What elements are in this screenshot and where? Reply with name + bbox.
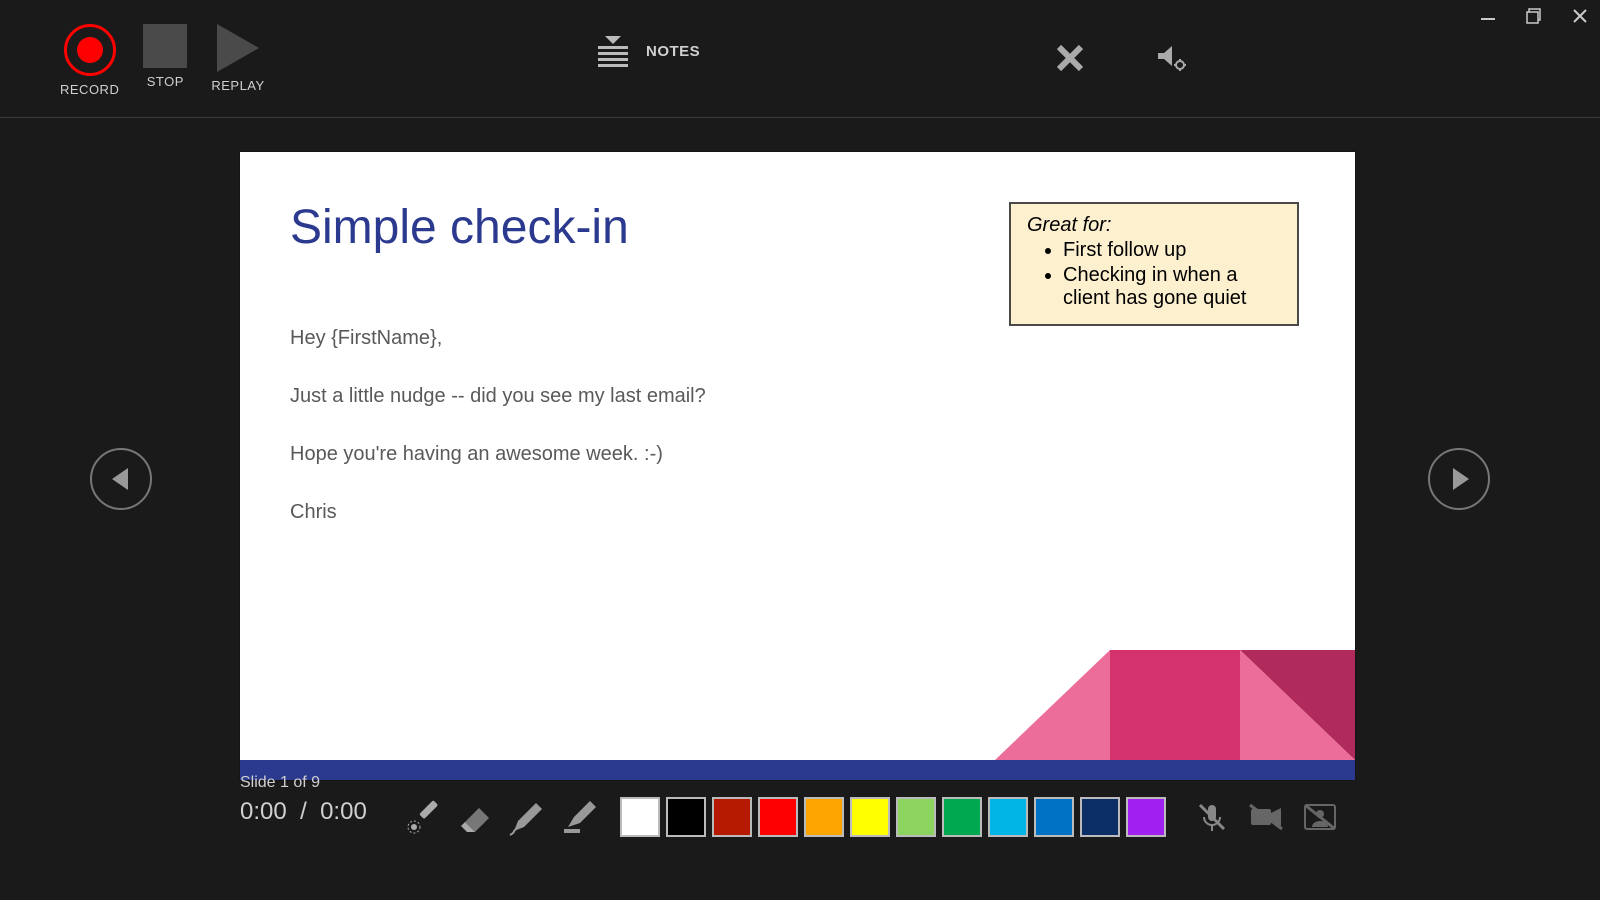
recording-timer: 0:00 / 0:00: [240, 798, 367, 826]
color-swatch-darkred[interactable]: [712, 797, 752, 837]
color-swatch-cyan[interactable]: [988, 797, 1028, 837]
previous-slide-button[interactable]: [90, 448, 152, 510]
color-swatch-red[interactable]: [758, 797, 798, 837]
play-icon: [217, 24, 259, 72]
slide-decoration: [240, 630, 1355, 780]
slide-body-line: Hey {FirstName},: [290, 324, 706, 352]
top-toolbar: RECORD STOP REPLAY NOTES: [0, 0, 1600, 118]
slide-body-line: Hope you're having an awesome week. :-): [290, 440, 706, 468]
stop-label: STOP: [147, 74, 184, 89]
callout-item: Checking in when a client has gone quiet: [1063, 264, 1281, 310]
stop-icon: [143, 24, 187, 68]
camera-icon: [1248, 801, 1284, 833]
highlighter-tool[interactable]: [558, 795, 602, 839]
color-swatch-orange[interactable]: [804, 797, 844, 837]
chevron-left-icon: [112, 468, 128, 490]
pen-tool[interactable]: [506, 795, 550, 839]
slide-body: Hey {FirstName}, Just a little nudge -- …: [290, 324, 706, 556]
stop-button[interactable]: STOP: [143, 24, 187, 97]
callout-box: Great for: First follow up Checking in w…: [1009, 202, 1299, 326]
speaker-gear-icon: [1155, 41, 1189, 75]
x-icon: [1055, 43, 1085, 73]
color-swatch-white[interactable]: [620, 797, 660, 837]
microphone-button[interactable]: [1192, 797, 1232, 837]
color-swatch-black[interactable]: [666, 797, 706, 837]
notes-button[interactable]: NOTES: [598, 36, 700, 67]
eraser-icon: [457, 798, 495, 836]
clear-button[interactable]: [1050, 38, 1090, 78]
pen-icon: [508, 797, 548, 837]
slide-counter: Slide 1 of 9: [240, 774, 320, 792]
color-swatch-blue[interactable]: [1034, 797, 1074, 837]
slide-title: Simple check-in: [290, 200, 629, 255]
slide-body-line: Chris: [290, 498, 706, 526]
next-slide-button[interactable]: [1428, 448, 1490, 510]
time-separator: /: [300, 798, 307, 825]
color-swatch-purple[interactable]: [1126, 797, 1166, 837]
chevron-right-icon: [1453, 468, 1469, 490]
highlighter-icon: [560, 797, 600, 837]
cameo-button[interactable]: [1300, 797, 1340, 837]
person-icon: [1303, 801, 1337, 833]
notes-icon: [598, 36, 628, 67]
notes-label: NOTES: [646, 43, 700, 60]
record-label: RECORD: [60, 82, 119, 97]
callout-item: First follow up: [1063, 239, 1281, 262]
laser-pointer-tool[interactable]: [402, 795, 446, 839]
slide-canvas[interactable]: Simple check-in Hey {FirstName}, Just a …: [240, 152, 1355, 780]
callout-title: Great for:: [1027, 214, 1281, 237]
color-swatch-lightgreen[interactable]: [896, 797, 936, 837]
record-button[interactable]: RECORD: [60, 24, 119, 97]
audio-settings-button[interactable]: [1152, 38, 1192, 78]
color-swatch-navy[interactable]: [1080, 797, 1120, 837]
color-swatch-green[interactable]: [942, 797, 982, 837]
eraser-tool[interactable]: [454, 795, 498, 839]
color-swatches: [620, 797, 1166, 837]
microphone-icon: [1196, 801, 1228, 833]
replay-label: REPLAY: [211, 78, 264, 93]
color-swatch-yellow[interactable]: [850, 797, 890, 837]
laser-icon: [405, 798, 443, 836]
replay-button[interactable]: REPLAY: [211, 24, 264, 97]
time-elapsed: 0:00: [240, 798, 287, 825]
record-icon: [64, 24, 116, 76]
slide-body-line: Just a little nudge -- did you see my la…: [290, 382, 706, 410]
camera-button[interactable]: [1246, 797, 1286, 837]
slide-stage: Simple check-in Hey {FirstName}, Just a …: [0, 118, 1600, 784]
bottom-bar: Slide 1 of 9 0:00 / 0:00: [0, 770, 1600, 845]
time-total: 0:00: [320, 798, 367, 825]
